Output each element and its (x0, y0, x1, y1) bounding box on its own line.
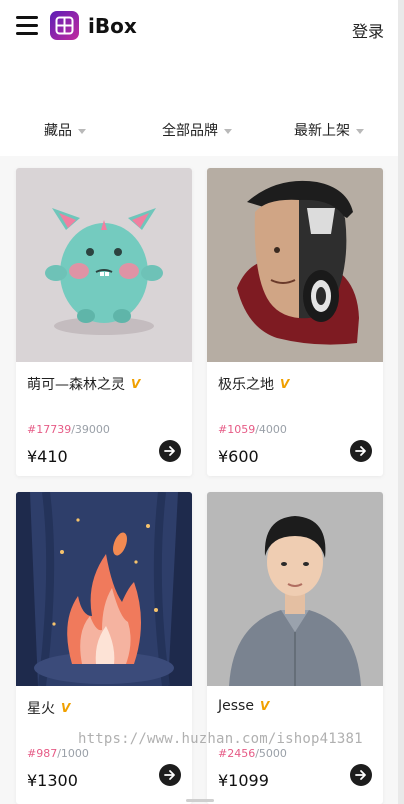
card-title: 极乐之地 V (218, 374, 289, 394)
edition-count: #2456/5000 (218, 747, 287, 760)
nft-name: 星火 (27, 701, 55, 717)
edition-current: #1059 (218, 423, 256, 436)
arrow-right-icon[interactable] (350, 440, 372, 462)
card-title: 星火 V (27, 698, 70, 718)
filter-label: 全部品牌 (162, 123, 218, 139)
edition-total: /4000 (255, 423, 287, 436)
nft-name: Jesse (218, 698, 254, 714)
filter-sort[interactable]: 最新上架 (294, 120, 364, 140)
edition-count: #1059/4000 (218, 423, 287, 436)
filter-label: 最新上架 (294, 123, 350, 139)
edition-total: /5000 (255, 747, 287, 760)
login-button[interactable]: 登录 (352, 18, 384, 42)
card-title: 萌可—森林之灵 V (27, 374, 140, 394)
edition-total: /39000 (71, 423, 110, 436)
arrow-right-icon[interactable] (350, 764, 372, 786)
edition-current: #987 (27, 747, 58, 760)
edition-count: #987/1000 (27, 747, 89, 760)
arrow-right-icon[interactable] (159, 764, 181, 786)
price: ¥410 (27, 447, 68, 466)
nft-image-jesse[interactable] (207, 492, 383, 686)
ibox-logo-icon[interactable] (50, 11, 79, 40)
arrow-right-icon[interactable] (159, 440, 181, 462)
dropdown-arrow-icon (356, 129, 364, 134)
verified-badge-icon: V (259, 699, 270, 713)
nft-image-spark[interactable] (16, 492, 192, 686)
nft-name: 极乐之地 (218, 377, 274, 393)
filter-brand[interactable]: 全部品牌 (162, 120, 232, 140)
nft-image-forest-spirit[interactable] (16, 168, 192, 362)
filter-collection[interactable]: 藏品 (44, 120, 86, 140)
top-header: iBox 登录 (0, 0, 398, 56)
edition-count: #17739/39000 (27, 423, 110, 436)
nft-card[interactable]: 星火 V #987/1000 ¥1300 (16, 492, 192, 804)
verified-badge-icon: V (61, 701, 71, 715)
verified-badge-icon: V (131, 377, 141, 391)
edition-current: #17739 (27, 423, 72, 436)
scrollbar[interactable] (398, 0, 404, 804)
nft-image-paradise[interactable] (207, 168, 383, 362)
filter-label: 藏品 (44, 123, 72, 139)
brand-name[interactable]: iBox (88, 14, 137, 38)
dropdown-arrow-icon (78, 129, 86, 134)
filter-bar (0, 56, 398, 156)
nft-card[interactable]: Jesse V #2456/5000 ¥1099 (207, 492, 383, 804)
price: ¥1099 (218, 771, 269, 790)
hamburger-menu-icon[interactable] (16, 16, 38, 36)
price: ¥1300 (27, 771, 78, 790)
nft-card[interactable]: 极乐之地 V #1059/4000 ¥600 (207, 168, 383, 476)
edition-total: /1000 (57, 747, 89, 760)
home-indicator (186, 799, 214, 802)
card-title: Jesse V (218, 698, 269, 714)
price: ¥600 (218, 447, 259, 466)
nft-card[interactable]: 萌可—森林之灵 V #17739/39000 ¥410 (16, 168, 192, 476)
page: iBox 登录 藏品 全部品牌 最新上架 萌可—森林之灵 V #17739/39… (0, 0, 398, 804)
edition-current: #2456 (218, 747, 256, 760)
verified-badge-icon: V (280, 377, 290, 391)
dropdown-arrow-icon (224, 129, 232, 134)
nft-name: 萌可—森林之灵 (27, 377, 125, 393)
watermark: https://www.huzhan.com/ishop41381 (78, 731, 363, 747)
